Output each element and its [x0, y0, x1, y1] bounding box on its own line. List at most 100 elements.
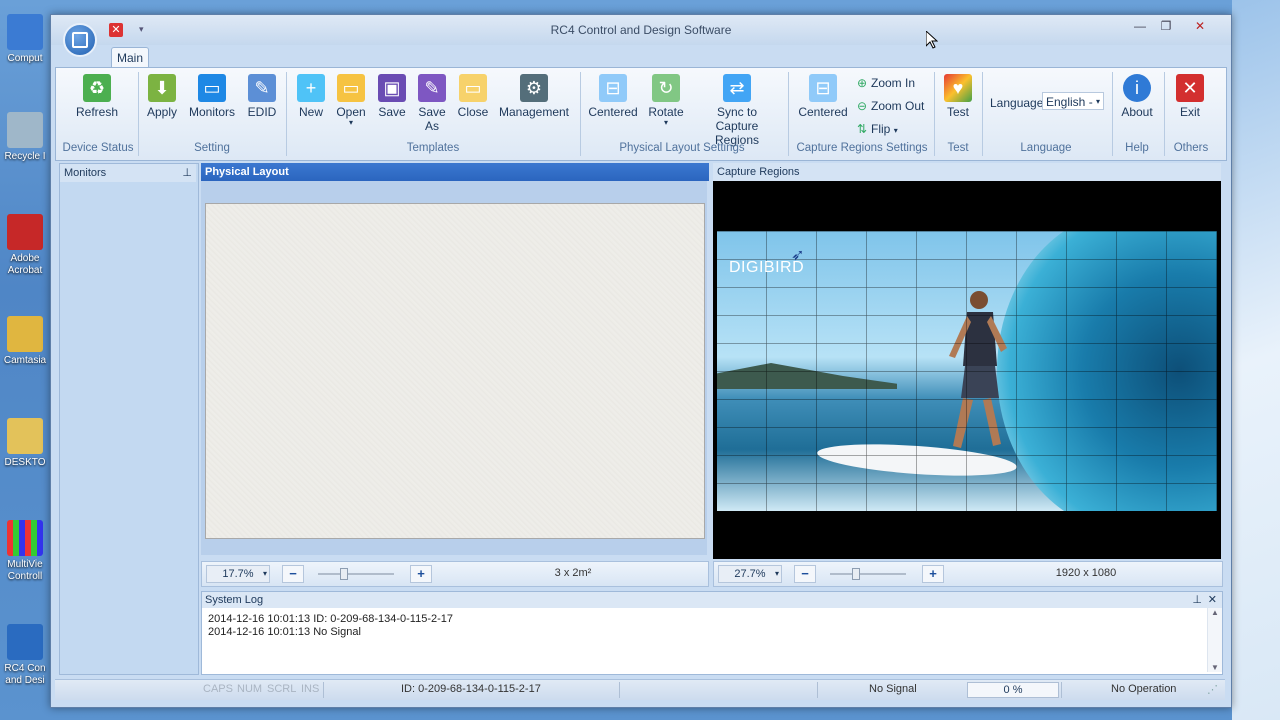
- save-as-button[interactable]: ✎ Save As: [414, 68, 450, 133]
- save-button[interactable]: ▣ Save: [374, 68, 410, 119]
- desktop-background: [1232, 0, 1280, 720]
- monitors-pane[interactable]: Monitors ⊥: [59, 163, 199, 675]
- capture-zoom-select[interactable]: 27.7% ▾: [718, 565, 782, 583]
- scroll-down-icon[interactable]: ▼: [1208, 663, 1222, 672]
- physical-zoom-slider[interactable]: [318, 568, 394, 580]
- management-button[interactable]: ⚙ Management: [498, 68, 570, 119]
- apply-button[interactable]: ⬇ Apply: [140, 68, 184, 119]
- exit-button[interactable]: ✕ Exit: [1168, 68, 1212, 119]
- flip-button[interactable]: ⇅ Flip ▾: [856, 122, 898, 136]
- group-separator: [788, 72, 789, 156]
- close-icon[interactable]: ✕: [1208, 592, 1217, 608]
- monitor-icon: ▭: [198, 74, 226, 102]
- slider-thumb[interactable]: [852, 568, 860, 580]
- computer-desktop-icon[interactable]: Comput: [0, 14, 50, 65]
- minimize-icon[interactable]: —: [1127, 17, 1153, 35]
- signal-status: No Signal: [869, 683, 917, 695]
- language-label: Language: [990, 96, 1044, 110]
- save-label: Save: [378, 105, 406, 119]
- physical-layout-surface[interactable]: [205, 203, 705, 539]
- log-line: 2014-12-16 10:01:13 ID: 0-209-68-134-0-1…: [208, 613, 454, 625]
- rotate-button[interactable]: ↻ Rotate ▾: [644, 68, 688, 127]
- language-select[interactable]: English - ▾: [1042, 92, 1104, 110]
- rotate-icon: ↻: [652, 74, 680, 102]
- close-label: Close: [457, 105, 489, 119]
- pin-icon[interactable]: ⊥: [182, 164, 192, 182]
- capture-zoom-minus-button[interactable]: −: [794, 565, 816, 583]
- tab-main[interactable]: Main: [111, 47, 149, 68]
- computer-icon: [7, 14, 43, 50]
- physical-zoom-plus-button[interactable]: +: [410, 565, 432, 583]
- multiview-icon: [7, 520, 43, 556]
- capture-regions-header: Capture Regions: [713, 163, 1221, 181]
- sync-capture-regions-button[interactable]: ⇄ Sync to Capture Regions: [694, 68, 780, 147]
- scroll-up-icon[interactable]: ▲: [1208, 608, 1222, 617]
- open-button[interactable]: ▭ Open ▾: [332, 68, 370, 127]
- acrobat-desktop-icon[interactable]: Adobe Acrobat: [0, 214, 50, 277]
- application-menu-button[interactable]: [63, 23, 97, 57]
- close-template-button[interactable]: ▭ Close: [454, 68, 492, 119]
- group-separator: [1112, 72, 1113, 156]
- resize-grip-icon[interactable]: ⋰: [1207, 683, 1218, 696]
- language-select-value: English -: [1046, 95, 1093, 109]
- flip-label: Flip: [871, 122, 891, 136]
- slider-thumb[interactable]: [340, 568, 348, 580]
- capture-preview-image[interactable]: DIGIBIRD ➶: [717, 231, 1217, 511]
- info-icon: i: [1123, 74, 1151, 102]
- status-divider: [619, 682, 620, 698]
- log-scrollbar[interactable]: ▲ ▼: [1207, 608, 1222, 672]
- sync-label-line1: Sync to Capture: [715, 105, 759, 133]
- refresh-button[interactable]: ♻ Refresh: [70, 68, 124, 119]
- physical-zoom-minus-button[interactable]: −: [282, 565, 304, 583]
- centered-icon: ⊟: [809, 74, 837, 102]
- edid-label: EDID: [247, 105, 277, 119]
- camtasia-desktop-icon[interactable]: Camtasia: [0, 316, 50, 367]
- test-label: Test: [946, 105, 969, 119]
- centered-physical-button[interactable]: ⊟ Centered: [588, 68, 638, 119]
- desktop-icon-label: MultiVie Controll: [7, 559, 43, 582]
- folder-icon: [7, 418, 43, 454]
- status-divider: [1061, 682, 1062, 698]
- new-button[interactable]: + New: [292, 68, 330, 119]
- monitors-button[interactable]: ▭ Monitors: [186, 68, 238, 119]
- digibird-logo: DIGIBIRD ➶: [729, 247, 804, 277]
- system-log-pane[interactable]: System Log ⊥ ✕ 2014-12-16 10:01:13 ID: 0…: [201, 591, 1223, 675]
- close-icon[interactable]: ✕: [1187, 17, 1213, 35]
- group-device-status: Device Status: [62, 142, 134, 154]
- maximize-icon[interactable]: ❐: [1153, 17, 1179, 35]
- group-separator: [1164, 72, 1165, 156]
- group-setting: Setting: [194, 142, 230, 154]
- folder-icon: [7, 316, 43, 352]
- edid-button[interactable]: ✎ EDID: [242, 68, 282, 119]
- multiview-desktop-icon[interactable]: MultiVie Controll: [0, 520, 50, 583]
- zoom-in-button[interactable]: ⊕ Zoom In: [856, 76, 915, 90]
- group-physical-layout-settings: Physical Layout Settings: [619, 142, 745, 154]
- physical-zoom-select[interactable]: 17.7% ▾: [206, 565, 270, 583]
- about-button[interactable]: i About: [1114, 68, 1160, 119]
- recycle-bin-desktop-icon[interactable]: Recycle I: [0, 112, 50, 163]
- group-separator: [286, 72, 287, 156]
- group-language: Language: [1020, 142, 1072, 154]
- desktop-folder-icon[interactable]: DESKTO: [0, 418, 50, 469]
- test-button[interactable]: ♥ Test: [938, 68, 978, 119]
- physical-size-info: 3 x 2m²: [554, 567, 592, 579]
- new-label: New: [298, 105, 323, 119]
- test-icon: ♥: [944, 74, 972, 102]
- title-bar[interactable]: ✕ ▾ RC4 Control and Design Software — ❐ …: [51, 15, 1231, 45]
- zoom-in-icon: ⊕: [856, 76, 868, 90]
- rc4-desktop-icon[interactable]: RC4 Con and Desi: [0, 624, 50, 687]
- capture-zoom-plus-button[interactable]: +: [922, 565, 944, 583]
- rc4-app-icon: [7, 624, 43, 660]
- group-help: Help: [1125, 142, 1149, 154]
- window-title: RC4 Control and Design Software: [550, 23, 732, 37]
- system-log-title: System Log: [205, 594, 264, 606]
- pin-icon[interactable]: ⊥: [1192, 592, 1202, 608]
- desktop-icon-label: Camtasia: [3, 355, 47, 366]
- centered-capture-button[interactable]: ⊟ Centered: [796, 68, 850, 119]
- ribbon: ♻ Refresh Device Status ⬇ Apply ▭ Monito…: [55, 67, 1227, 161]
- capture-zoom-slider[interactable]: [830, 568, 906, 580]
- group-others: Others: [1173, 142, 1209, 154]
- zoom-out-button[interactable]: ⊖ Zoom Out: [856, 99, 924, 113]
- language-dropdown-icon: ▾: [1095, 97, 1100, 106]
- edid-icon: ✎: [248, 74, 276, 102]
